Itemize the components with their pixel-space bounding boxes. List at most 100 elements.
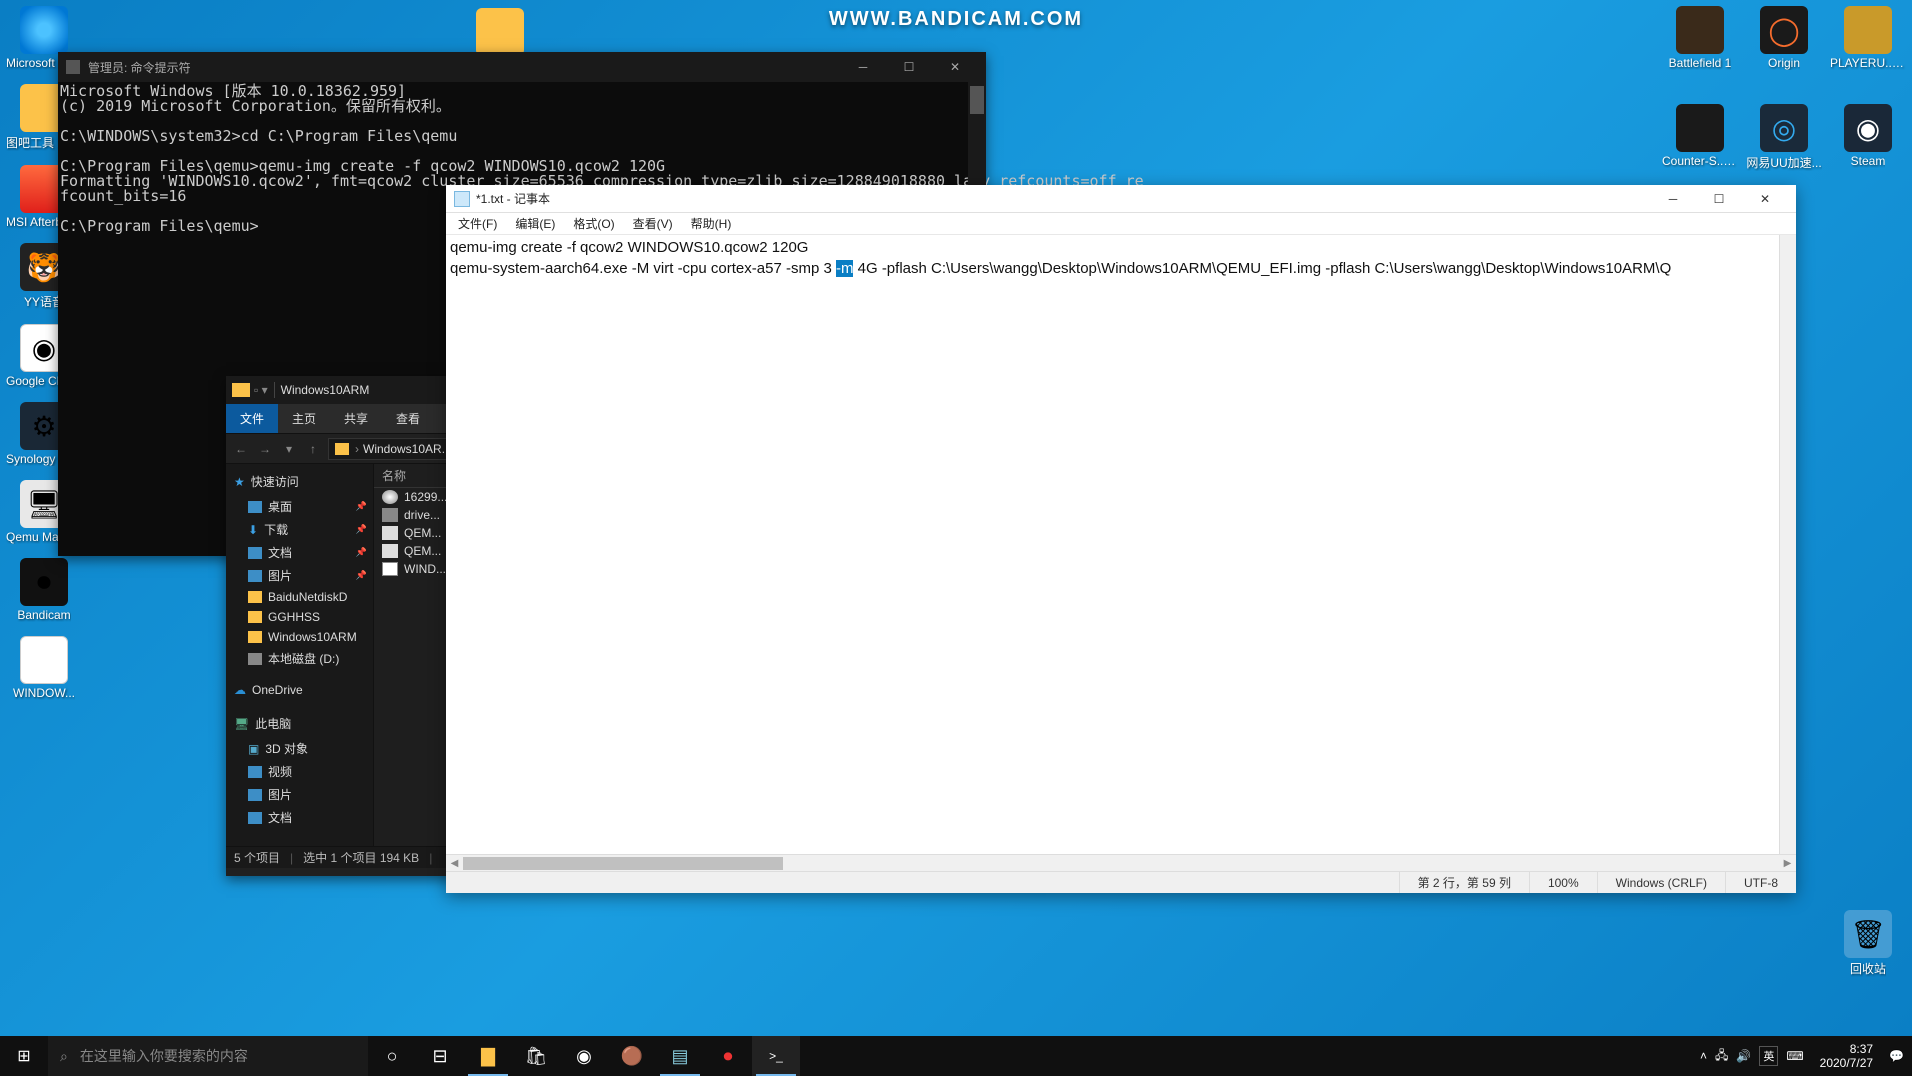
ime-language[interactable]: 英 — [1759, 1046, 1778, 1066]
sidebar-documents[interactable]: 文档 — [226, 541, 373, 564]
notepad-editor[interactable]: qemu-img create -f qcow2 WINDOWS10.qcow2… — [446, 235, 1796, 854]
close-button[interactable]: ✕ — [1742, 185, 1788, 213]
desktop-icon-windows-file[interactable]: WINDOW... — [6, 636, 82, 700]
desktop-icons-right-row1: Battlefield 1 ◯Origin PLAYERU... BATTLEG… — [1662, 6, 1906, 70]
sidebar-thispc[interactable]: 🖥此电脑 — [226, 710, 373, 737]
tab-home[interactable]: 主页 — [278, 404, 330, 433]
taskbar-bandicam-record[interactable]: ⏺ — [704, 1036, 752, 1076]
scrollbar-thumb[interactable] — [970, 86, 984, 114]
desktop-folder-mid[interactable] — [462, 8, 538, 56]
nav-forward-button[interactable]: → — [256, 442, 274, 456]
desktop-icon-origin[interactable]: ◯Origin — [1746, 6, 1822, 70]
folder-icon — [232, 383, 250, 397]
close-button[interactable]: ✕ — [932, 52, 978, 82]
sidebar-documents-pc[interactable]: 文档 — [226, 806, 373, 829]
tab-view[interactable]: 查看 — [382, 404, 434, 433]
maximize-button[interactable]: ☐ — [886, 52, 932, 82]
sidebar-downloads[interactable]: ⬇下载 — [226, 518, 373, 541]
nav-back-button[interactable]: ← — [232, 442, 250, 456]
menu-help[interactable]: 帮助(H) — [683, 213, 740, 234]
origin-icon: ◯ — [1760, 6, 1808, 54]
menu-edit[interactable]: 编辑(E) — [507, 213, 563, 234]
quick-access-toolbar[interactable]: ▫ ▾ — [254, 383, 268, 397]
notepad-statusbar: 第 2 行，第 59 列 100% Windows (CRLF) UTF-8 — [446, 871, 1796, 893]
sidebar-3dobjects[interactable]: ▣3D 对象 — [226, 737, 373, 760]
explorer-sidebar: ★快速访问 桌面 ⬇下载 文档 图片 BaiduNetdiskD GGHHSS … — [226, 464, 374, 846]
status-zoom: 100% — [1529, 872, 1597, 893]
tab-file[interactable]: 文件 — [226, 404, 278, 433]
folder-icon — [476, 8, 524, 56]
scroll-thumb[interactable] — [463, 857, 783, 870]
menu-format[interactable]: 格式(O) — [565, 213, 622, 234]
nav-up-button[interactable]: ↑ — [304, 442, 322, 456]
status-position: 第 2 行，第 59 列 — [1399, 872, 1529, 893]
nav-history-button[interactable]: ▾ — [280, 442, 298, 456]
sidebar-pictures-pc[interactable]: 图片 — [226, 783, 373, 806]
menu-file[interactable]: 文件(F) — [450, 213, 505, 234]
taskbar-date: 2020/7/27 — [1820, 1056, 1873, 1070]
sidebar-onedrive[interactable]: ☁OneDrive — [226, 678, 373, 702]
taskbar-cmd[interactable]: >_ — [752, 1036, 800, 1076]
pubg-icon — [1844, 6, 1892, 54]
tray-volume-icon[interactable]: 🔊 — [1736, 1049, 1751, 1063]
sidebar-pictures[interactable]: 图片 — [226, 564, 373, 587]
tray-network-icon[interactable]: 🖧 — [1715, 1046, 1728, 1067]
desktop-icon-csgo[interactable]: Counter-S... Global Off... — [1662, 104, 1738, 171]
desktop-icon-bf1[interactable]: Battlefield 1 — [1662, 6, 1738, 70]
taskbar-store[interactable]: 🛍 — [512, 1036, 560, 1076]
uu-icon: ◎ — [1760, 104, 1808, 152]
drive-icon — [382, 508, 398, 522]
explorer-title: Windows10ARM — [281, 383, 370, 397]
scroll-left-button[interactable]: ◀ — [446, 855, 463, 872]
sidebar-quick-access[interactable]: ★快速访问 — [226, 468, 373, 495]
taskbar-app1[interactable]: 🟤 — [608, 1036, 656, 1076]
cortana-button[interactable]: ○ — [368, 1036, 416, 1076]
taskbar-chrome[interactable]: ◉ — [560, 1036, 608, 1076]
notepad-title: *1.txt - 记事本 — [476, 190, 550, 207]
bandicam-watermark: WWW.BANDICAM.COM — [829, 8, 1083, 31]
action-center-button[interactable]: 💬 — [1889, 1049, 1904, 1063]
desktop-icon-uu[interactable]: ◎网易UU加速... — [1746, 104, 1822, 171]
recycle-bin[interactable]: 🗑回收站 — [1830, 910, 1906, 977]
minimize-button[interactable]: ─ — [1650, 185, 1696, 213]
scroll-track[interactable] — [463, 855, 1779, 872]
cmd-titlebar[interactable]: 管理员: 命令提示符 ─ ☐ ✕ — [58, 52, 986, 82]
sidebar-drive-d[interactable]: 本地磁盘 (D:) — [226, 647, 373, 670]
desktop-icons-right-row2: Counter-S... Global Off... ◎网易UU加速... ◉S… — [1662, 104, 1906, 171]
edge-icon — [20, 6, 68, 54]
ime-keyboard-icon[interactable]: ⌨ — [1786, 1049, 1803, 1063]
maximize-button[interactable]: ☐ — [1696, 185, 1742, 213]
minimize-button[interactable]: ─ — [840, 52, 886, 82]
desktop-icon-pubg[interactable]: PLAYERU... BATTLEGR... — [1830, 6, 1906, 70]
vertical-scrollbar[interactable] — [1779, 235, 1796, 854]
search-icon: ⌕ — [60, 1048, 68, 1065]
notepad-titlebar[interactable]: *1.txt - 记事本 ─ ☐ ✕ — [446, 185, 1796, 213]
horizontal-scrollbar[interactable]: ◀ ▶ — [446, 854, 1796, 871]
taskbar-clock[interactable]: 8:37 2020/7/27 — [1812, 1042, 1881, 1070]
taskbar-search[interactable]: ⌕ 在这里输入你要搜索的内容 — [48, 1036, 368, 1076]
bf1-icon — [1676, 6, 1724, 54]
desktop-icon-steam[interactable]: ◉Steam — [1830, 104, 1906, 171]
task-view-button[interactable]: ⊟ — [416, 1036, 464, 1076]
sidebar-windows10arm[interactable]: Windows10ARM — [226, 627, 373, 647]
sidebar-baidunetdisk[interactable]: BaiduNetdiskD — [226, 587, 373, 607]
sidebar-desktop[interactable]: 桌面 — [226, 495, 373, 518]
menu-view[interactable]: 查看(V) — [625, 213, 681, 234]
file-icon — [382, 562, 398, 576]
cmd-icon — [66, 60, 80, 74]
cmd-title: 管理员: 命令提示符 — [88, 59, 191, 76]
start-button[interactable]: ⊞ — [0, 1036, 48, 1076]
tray-chevron-icon[interactable]: ˄ — [1700, 1049, 1707, 1063]
notepad-icon — [454, 191, 470, 207]
scroll-right-button[interactable]: ▶ — [1779, 855, 1796, 872]
sidebar-gghhss[interactable]: GGHHSS — [226, 607, 373, 627]
taskbar-explorer[interactable]: ▇ — [464, 1036, 512, 1076]
tab-share[interactable]: 共享 — [330, 404, 382, 433]
csgo-icon — [1676, 104, 1724, 152]
desktop-icon-bandicam[interactable]: ⏺Bandicam — [6, 558, 82, 622]
sidebar-videos[interactable]: 视频 — [226, 760, 373, 783]
status-selection: 选中 1 个项目 194 KB — [303, 849, 419, 866]
taskbar-notepad[interactable]: ▤ — [656, 1036, 704, 1076]
taskbar: ⊞ ⌕ 在这里输入你要搜索的内容 ○ ⊟ ▇ 🛍 ◉ 🟤 ▤ ⏺ >_ ˄ 🖧 … — [0, 1036, 1912, 1076]
notepad-window: *1.txt - 记事本 ─ ☐ ✕ 文件(F) 编辑(E) 格式(O) 查看(… — [446, 185, 1796, 893]
